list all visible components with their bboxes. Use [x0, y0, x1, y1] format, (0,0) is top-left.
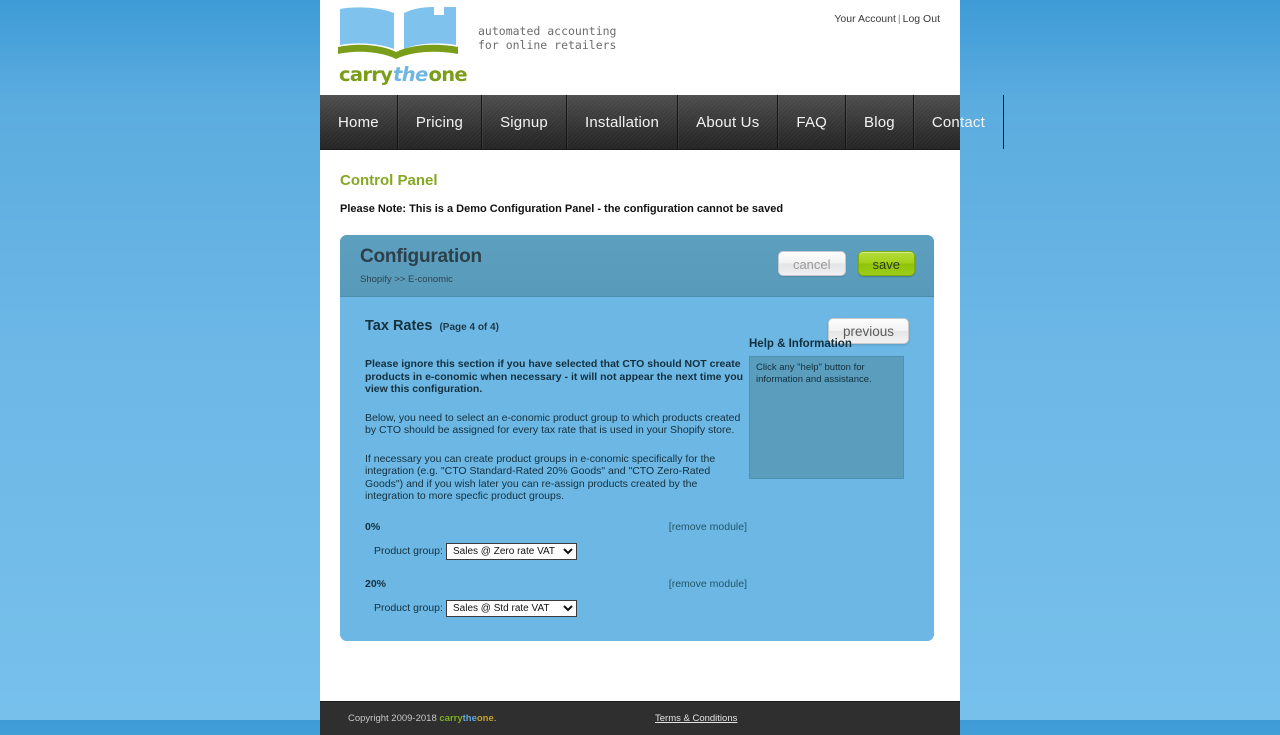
help-panel: Help & Information Click any "help" butt…: [749, 338, 904, 479]
site-tagline: automated accounting for online retailer…: [478, 24, 617, 52]
breadcrumb: Shopify >> E-conomic: [360, 274, 453, 285]
copyright-suffix: .: [493, 713, 497, 724]
main-navigation: Home Pricing Signup Installation About U…: [320, 95, 1004, 150]
help-panel-box: Click any "help" button for information …: [749, 356, 904, 479]
tax-rate-row: 20% [remove module]: [365, 578, 747, 590]
logo-wordmark: carrytheone: [339, 63, 468, 86]
logo-text-the: the: [393, 63, 428, 86]
product-group-label: Product group:: [374, 545, 443, 557]
open-book-icon: [338, 5, 460, 61]
configuration-body: Tax Rates (Page 4 of 4) previous Please …: [340, 297, 934, 641]
nav-item-contact[interactable]: Contact: [914, 95, 1004, 149]
product-group-label: Product group:: [374, 602, 443, 614]
product-group-select-zero[interactable]: Sales @ Zero rate VAT: [446, 542, 577, 560]
configuration-header: Configuration Shopify >> E-conomic cance…: [340, 235, 934, 297]
product-group-select-std[interactable]: Sales @ Std rate VAT: [446, 599, 577, 617]
nav-item-pricing[interactable]: Pricing: [398, 95, 483, 149]
warning-paragraph: Please ignore this section if you have s…: [365, 358, 744, 395]
link-separator: |: [897, 13, 901, 25]
nav-item-about-us[interactable]: About Us: [678, 95, 779, 149]
nav-item-installation[interactable]: Installation: [567, 95, 679, 149]
logo-text-one: one: [428, 63, 468, 86]
remove-module-link[interactable]: [remove module]: [669, 578, 747, 590]
footer-logo-the: the: [462, 713, 477, 724]
site-logo[interactable]: carrytheone: [338, 5, 473, 90]
page-title: Control Panel: [340, 172, 438, 189]
terms-and-conditions-link[interactable]: Terms & Conditions: [655, 713, 737, 724]
nav-item-signup[interactable]: Signup: [482, 95, 567, 149]
copyright-prefix: Copyright 2009-2018: [348, 713, 440, 724]
section-title-text: Tax Rates: [365, 318, 433, 334]
your-account-link[interactable]: Your Account: [834, 13, 896, 25]
nav-item-blog[interactable]: Blog: [846, 95, 914, 149]
instruction-paragraph-2: If necessary you can create product grou…: [365, 452, 716, 503]
help-panel-title: Help & Information: [749, 338, 852, 350]
demo-notice: Please Note: This is a Demo Configuratio…: [340, 203, 784, 215]
header-button-group: cancel save: [777, 251, 915, 276]
configuration-left-column: Please ignore this section if you have s…: [365, 358, 747, 503]
cancel-button[interactable]: cancel: [777, 251, 846, 276]
configuration-panel: Configuration Shopify >> E-conomic cance…: [340, 235, 934, 641]
nav-item-home[interactable]: Home: [320, 95, 398, 149]
logo-text-carry: carry: [339, 63, 393, 86]
main-content: Control Panel Please Note: This is a Dem…: [320, 150, 960, 701]
page-container: carrytheone automated accounting for onl…: [320, 0, 1004, 735]
tax-rate-row: 0% [remove module]: [365, 521, 747, 533]
account-links: Your Account | Log Out: [834, 13, 940, 25]
tax-rate-label: 0%: [365, 520, 381, 533]
product-group-row: Product group: Sales @ Zero rate VAT: [365, 542, 909, 560]
save-button[interactable]: save: [857, 251, 915, 276]
tax-rate-label: 20%: [365, 577, 387, 590]
copyright-text: Copyright 2009-2018 carrytheone.: [348, 713, 496, 724]
site-header: carrytheone automated accounting for onl…: [320, 0, 960, 95]
section-page-count: (Page 4 of 4): [439, 322, 499, 333]
product-group-row: Product group: Sales @ Std rate VAT: [365, 599, 909, 617]
log-out-link[interactable]: Log Out: [903, 13, 940, 25]
footer-logo-carry: carry: [439, 713, 463, 724]
section-title: Tax Rates (Page 4 of 4): [365, 318, 499, 334]
nav-item-faq[interactable]: FAQ: [778, 95, 847, 149]
site-footer: Copyright 2009-2018 carrytheone. Terms &…: [320, 701, 960, 735]
instruction-paragraph-1: Below, you need to select an e-conomic p…: [365, 411, 741, 437]
remove-module-link[interactable]: [remove module]: [669, 521, 747, 533]
footer-logo-one: one: [476, 713, 494, 724]
configuration-title: Configuration: [360, 246, 482, 267]
